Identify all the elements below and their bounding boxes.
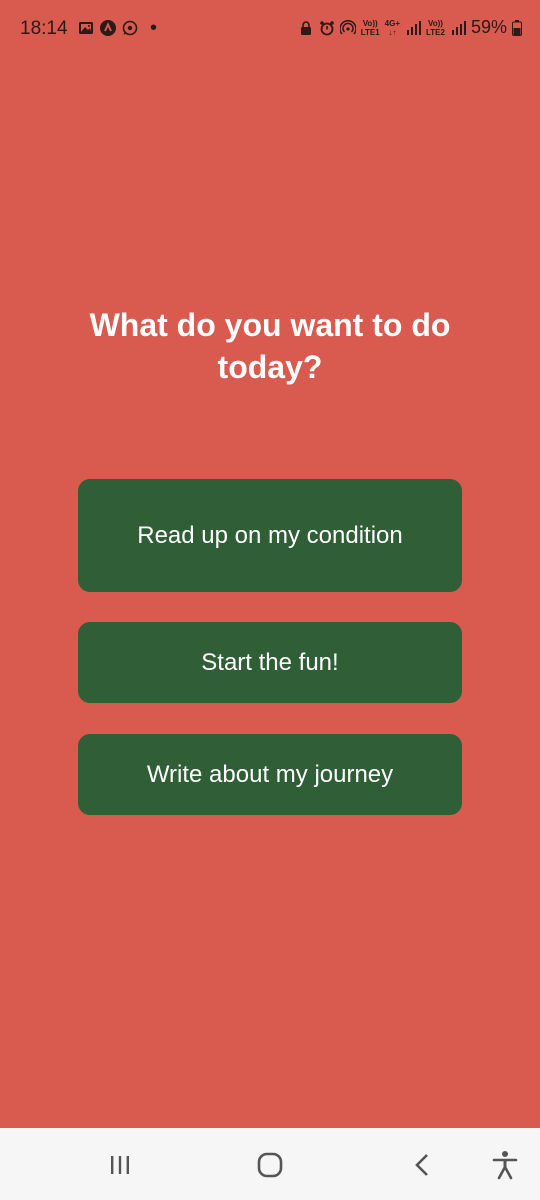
status-time: 18:14	[20, 18, 68, 39]
lock-icon	[300, 20, 311, 35]
sim1-bottom: LTE1	[360, 27, 380, 37]
status-bar: 18:14 • Vo)) LTE1 4G+ ↓↑ Vo)) LTE2 59%	[0, 0, 540, 60]
write-journey-button[interactable]: Write about my journey	[78, 734, 462, 815]
gallery-icon	[79, 22, 93, 34]
system-icons: Vo)) LTE1 4G+ ↓↑ Vo)) LTE2 59%	[298, 17, 522, 38]
battery-percent: 59%	[470, 17, 507, 37]
network-arrows: ↓↑	[388, 27, 397, 37]
network-type: 4G+	[384, 18, 400, 28]
page-title: What do you want to do today?	[89, 307, 451, 385]
notification-icons: •	[78, 17, 158, 39]
start-fun-button[interactable]: Start the fun!	[78, 622, 462, 703]
recent-apps-icon[interactable]	[103, 1148, 137, 1182]
battery-icon	[512, 19, 522, 36]
write-journey-label: Write about my journey	[146, 761, 394, 788]
home-icon[interactable]	[253, 1148, 287, 1182]
read-condition-button[interactable]: Read up on my condition	[78, 479, 462, 592]
signal-icon	[451, 20, 466, 35]
notification-dot: •	[150, 17, 158, 39]
read-condition-label: Read up on my condition	[137, 522, 403, 549]
back-icon[interactable]	[405, 1148, 439, 1182]
whatsapp-icon	[122, 20, 138, 36]
sim1-indicator: Vo)) LTE1	[361, 19, 380, 37]
app-screen: 18:14 • Vo)) LTE1 4G+ ↓↑ Vo)) LTE2 59% W…	[0, 0, 540, 1200]
app-a-icon	[100, 20, 116, 36]
sim1-top: Vo))	[362, 18, 378, 28]
sim2-indicator: Vo)) LTE2	[426, 19, 445, 37]
alarm-icon	[319, 20, 334, 35]
hotspot-icon	[339, 19, 356, 34]
start-fun-label: Start the fun!	[201, 649, 339, 676]
navigation-bar	[0, 1128, 540, 1200]
accessibility-icon[interactable]	[488, 1148, 522, 1182]
sim2-top: Vo))	[428, 18, 443, 28]
signal-icon	[407, 20, 421, 35]
sim2-bottom: LTE2	[426, 27, 445, 37]
network-indicator: 4G+ ↓↑	[385, 19, 400, 37]
